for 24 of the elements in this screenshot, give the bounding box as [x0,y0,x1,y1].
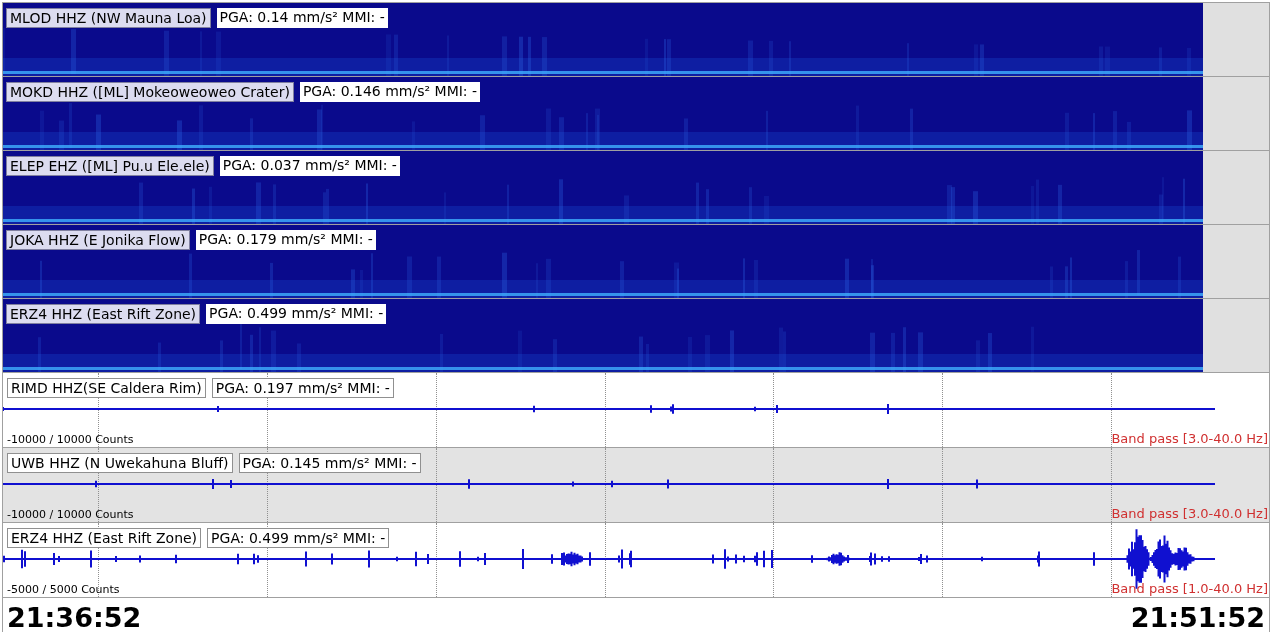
station-label: JOKA HHZ (E Jonika Flow) [6,230,190,250]
pga-label: PGA: 0.499 mm/s² MMI: - [206,304,387,324]
station-label: ELEP EHZ ([ML] Pu.u Ele.ele) [6,156,214,176]
station-label: ERZ4 HHZ (East Rift Zone) [6,304,201,324]
station-label: RIMD HHZ(SE Caldera Rim) [7,378,206,398]
filter-label: Band pass [3.0-40.0 Hz] [1111,506,1268,521]
pga-label: PGA: 0.14 mm/s² MMI: - [216,8,388,28]
pga-label: PGA: 0.499 mm/s² MMI: - [207,528,390,548]
station-label: MLOD HHZ (NW Mauna Loa) [6,8,211,28]
pga-label: PGA: 0.197 mm/s² MMI: - [211,378,394,398]
pga-label: PGA: 0.145 mm/s² MMI: - [238,453,421,473]
station-label: UWB HHZ (N Uwekahuna Bluff) [7,453,233,473]
pga-label: PGA: 0.146 mm/s² MMI: - [299,82,481,102]
filter-label: Band pass [1.0-40.0 Hz] [1111,581,1268,596]
scale-label: -10000 / 10000 Counts [7,508,134,521]
start-time: 21:36:52 [7,601,142,634]
filter-label: Band pass [3.0-40.0 Hz] [1111,431,1268,446]
end-time: 21:51:52 [1130,601,1265,634]
pga-label: PGA: 0.179 mm/s² MMI: - [195,230,376,250]
station-label: MOKD HHZ ([ML] Mokeoweoweo Crater) [6,82,294,102]
scale-label: -5000 / 5000 Counts [7,583,120,596]
scale-label: -10000 / 10000 Counts [7,433,134,446]
station-label: ERZ4 HHZ (East Rift Zone) [7,528,202,548]
pga-label: PGA: 0.037 mm/s² MMI: - [219,156,400,176]
